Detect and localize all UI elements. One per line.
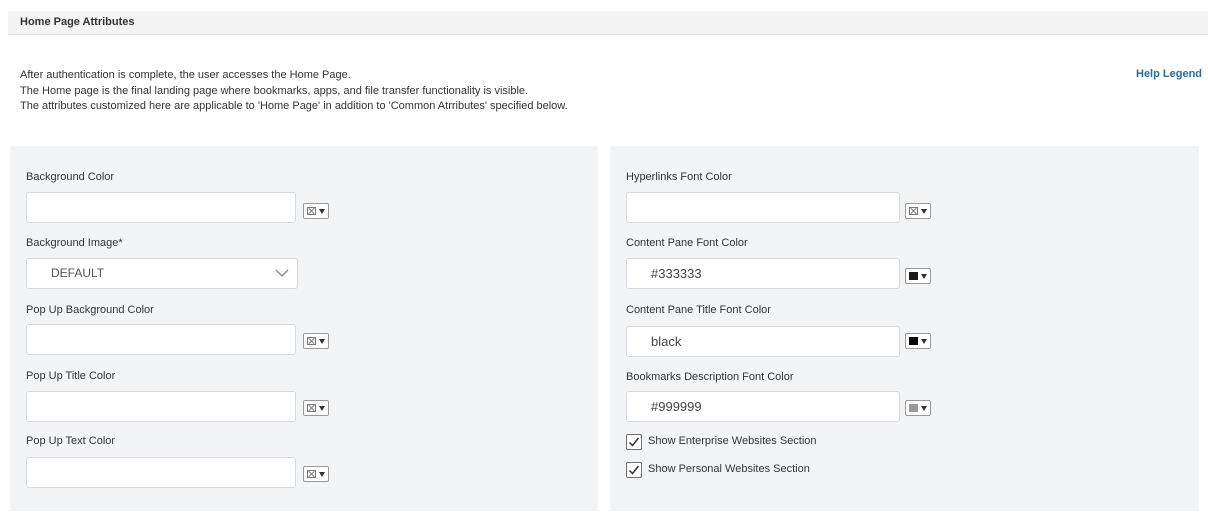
- background-image-label: Background Image*: [26, 237, 123, 249]
- no-color-icon: [307, 207, 316, 215]
- show-personal-websites-label: Show Personal Websites Section: [648, 463, 810, 475]
- background-image-selected: DEFAULT: [51, 266, 105, 280]
- bookmarks-description-font-color-picker[interactable]: [905, 400, 931, 416]
- checkmark-icon: [628, 465, 640, 475]
- no-color-icon: [307, 337, 316, 345]
- popup-background-color-input[interactable]: [26, 324, 296, 355]
- dropdown-arrow-icon: [319, 209, 325, 214]
- dropdown-arrow-icon: [921, 209, 927, 214]
- left-attributes-panel: Background Color Background Image* DEFAU…: [10, 146, 598, 511]
- background-image-select[interactable]: DEFAULT: [26, 258, 298, 289]
- no-color-icon: [307, 470, 316, 478]
- color-swatch-icon: [909, 272, 918, 280]
- no-color-icon: [909, 207, 918, 215]
- show-enterprise-websites-checkbox[interactable]: [626, 434, 642, 450]
- dropdown-arrow-icon: [921, 274, 927, 279]
- hyperlinks-font-color-input[interactable]: [626, 192, 900, 223]
- content-pane-font-color-label: Content Pane Font Color: [626, 237, 748, 249]
- checkmark-icon: [628, 437, 640, 447]
- help-legend-link[interactable]: Help Legend: [1136, 68, 1202, 80]
- section-title: Home Page Attributes: [20, 16, 135, 28]
- content-pane-font-color-picker[interactable]: [905, 268, 931, 284]
- dropdown-arrow-icon: [319, 339, 325, 344]
- section-header: Home Page Attributes: [8, 11, 1208, 35]
- popup-title-color-label: Pop Up Title Color: [26, 370, 116, 382]
- background-color-picker[interactable]: [303, 203, 329, 219]
- hyperlinks-font-color-picker[interactable]: [905, 203, 931, 219]
- dropdown-arrow-icon: [921, 339, 927, 344]
- color-swatch-icon: [909, 404, 918, 412]
- popup-text-color-input[interactable]: [26, 457, 296, 488]
- intro-line-1: After authentication is complete, the us…: [20, 69, 351, 81]
- popup-title-color-input[interactable]: [26, 391, 296, 422]
- hyperlinks-font-color-label: Hyperlinks Font Color: [626, 171, 732, 183]
- content-pane-font-color-input[interactable]: #333333: [626, 258, 900, 289]
- dropdown-arrow-icon: [319, 472, 325, 477]
- content-pane-title-font-color-picker[interactable]: [905, 333, 931, 349]
- content-pane-title-font-color-label: Content Pane Title Font Color: [626, 304, 771, 316]
- dropdown-arrow-icon: [319, 406, 325, 411]
- intro-line-2: The Home page is the final landing page …: [20, 84, 529, 97]
- color-swatch-icon: [909, 337, 918, 345]
- chevron-down-icon: [275, 269, 289, 277]
- show-enterprise-websites-label: Show Enterprise Websites Section: [648, 435, 817, 447]
- background-color-label: Background Color: [26, 171, 115, 183]
- show-personal-websites-checkbox[interactable]: [626, 462, 642, 478]
- popup-background-color-picker[interactable]: [303, 333, 329, 349]
- dropdown-arrow-icon: [921, 406, 927, 411]
- intro-line-3: The attributes customized here are appli…: [20, 100, 568, 112]
- popup-background-color-label: Pop Up Background Color: [26, 304, 154, 316]
- content-pane-title-font-color-input[interactable]: black: [626, 326, 900, 357]
- popup-text-color-label: Pop Up Text Color: [26, 435, 116, 447]
- bookmarks-description-font-color-input[interactable]: #999999: [626, 391, 900, 422]
- right-attributes-panel: Hyperlinks Font Color Content Pane Font …: [610, 146, 1199, 511]
- background-color-input[interactable]: [26, 192, 296, 223]
- no-color-icon: [307, 404, 316, 412]
- intro-text: After authentication is complete, the us…: [20, 68, 568, 115]
- popup-title-color-picker[interactable]: [303, 400, 329, 416]
- bookmarks-description-font-color-label: Bookmarks Description Font Color: [626, 371, 794, 383]
- popup-text-color-picker[interactable]: [303, 466, 329, 482]
